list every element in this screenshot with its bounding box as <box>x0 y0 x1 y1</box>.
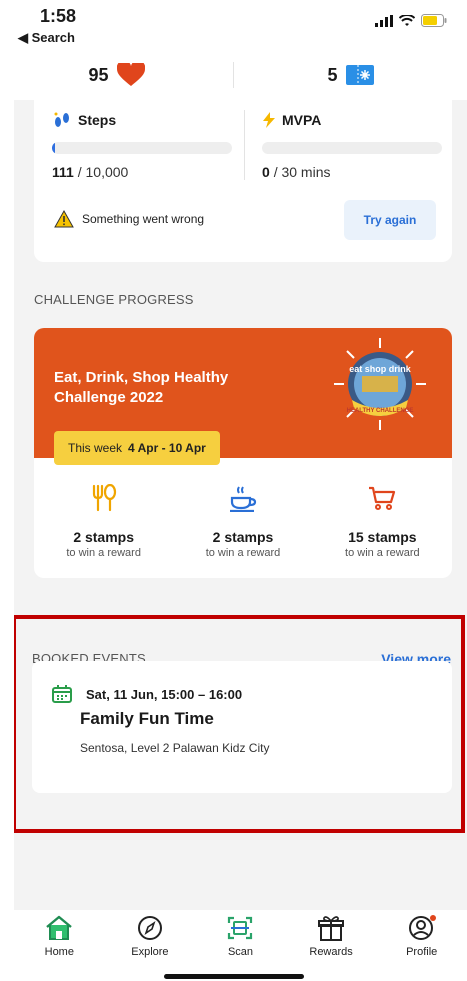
home-icon <box>46 915 73 940</box>
nav-label: Profile <box>406 946 438 958</box>
nav-label: Home <box>44 946 74 958</box>
steps-progress-fill <box>52 142 55 154</box>
stamp-sub: to win a reward <box>205 547 281 559</box>
sync-error: Something went wrong <box>54 210 204 228</box>
scan-icon <box>228 916 253 940</box>
stamp-sub: to win a reward <box>66 547 141 559</box>
stamp-count: 2 stamps <box>73 529 135 545</box>
mvpa-metric[interactable]: MVPA 0 / 30 mins <box>262 112 442 180</box>
cup-icon <box>229 486 257 513</box>
stamp-goal-drink: 2 stamps to win a reward <box>173 458 312 578</box>
heart-icon <box>116 63 145 86</box>
hearts-count: 95 <box>88 64 109 85</box>
nav-label: Explore <box>131 946 169 958</box>
challenge-card[interactable]: Eat, Drink, Shop Healthy Challenge 2022 … <box>34 328 452 578</box>
hearts-counter[interactable]: 95 <box>0 63 233 87</box>
nav-explore[interactable]: Explore <box>105 910 196 972</box>
event-date: Sat, 11 Jun, 15:00 – 16:00 <box>86 687 243 702</box>
mvpa-progress-bar <box>262 142 442 154</box>
tickets-count: 5 <box>327 64 338 85</box>
system-icons <box>375 14 447 27</box>
nav-label: Scan <box>227 946 254 958</box>
week-range: 4 Apr - 10 Apr <box>128 441 206 455</box>
steps-metric[interactable]: Steps 111 / 10,000 <box>52 112 232 180</box>
nav-rewards[interactable]: Rewards <box>286 910 377 972</box>
signal-icon <box>375 14 393 27</box>
footsteps-icon <box>54 112 69 127</box>
status-time: 1:58 <box>40 6 77 26</box>
home-indicator <box>164 974 304 979</box>
fork-spoon-icon <box>92 483 116 512</box>
week-prefix: This week <box>68 441 123 455</box>
badge-text: eat shop drink <box>349 364 412 374</box>
challenge-title-line1: Eat, Drink, Shop Healthy <box>54 369 229 386</box>
challenge-title-line2: Challenge 2022 <box>54 389 164 406</box>
mvpa-value: 0 <box>262 164 270 180</box>
steps-value: 111 <box>52 164 74 180</box>
stamp-count: 2 stamps <box>212 529 274 545</box>
warning-icon <box>54 210 74 228</box>
wifi-icon <box>399 14 415 26</box>
mvpa-goal: / 30 mins <box>273 164 331 180</box>
mvpa-title: MVPA <box>282 112 322 128</box>
event-title: Family Fun Time <box>80 709 214 728</box>
gift-icon <box>318 916 345 941</box>
compass-icon <box>137 916 162 940</box>
metric-divider <box>244 110 245 180</box>
home-scroll-content[interactable]: Steps 111 / 10,000 MVPA 0 / 30 mins Some… <box>14 100 467 910</box>
cart-icon <box>369 486 396 510</box>
ticket-icon <box>345 65 374 85</box>
status-bar: 1:58 ◀ Search <box>0 0 467 50</box>
stamp-goal-shop: 15 stamps to win a reward <box>313 458 452 578</box>
challenge-title: Eat, Drink, Shop Healthy Challenge 2022 <box>54 368 254 408</box>
activity-card: Steps 111 / 10,000 MVPA 0 / 30 mins Some… <box>34 100 452 262</box>
stamp-goal-eat: 2 stamps to win a reward <box>34 458 173 578</box>
steps-progress-bar <box>52 142 232 154</box>
stamp-sub: to win a reward <box>345 547 420 559</box>
booked-events-section: BOOKED EVENTS View more Sat, 11 Jun, 15:… <box>14 615 465 833</box>
badge-ribbon: HEALTHY CHALLENGE <box>347 408 414 414</box>
nav-label: Rewards <box>309 946 353 958</box>
points-header: 95 5 <box>0 50 467 100</box>
event-location: Sentosa, Level 2 Palawan Kidz City <box>80 741 270 755</box>
nav-profile[interactable]: Profile <box>376 910 467 972</box>
stamp-goals: 2 stamps to win a reward 2 stamps to win… <box>34 458 452 578</box>
calendar-icon <box>52 685 72 703</box>
bottom-nav: Home Explore Scan Rewards Profile <box>14 910 467 972</box>
battery-icon <box>421 14 447 27</box>
back-to-search-link[interactable]: ◀ Search <box>18 30 75 46</box>
nav-scan[interactable]: Scan <box>195 910 286 972</box>
stamp-count: 15 stamps <box>348 529 417 545</box>
tickets-counter[interactable]: 5 <box>234 65 467 86</box>
profile-icon <box>408 915 436 940</box>
try-again-button[interactable]: Try again <box>344 200 436 240</box>
event-card[interactable]: Sat, 11 Jun, 15:00 – 16:00 Family Fun Ti… <box>32 661 452 793</box>
steps-title: Steps <box>78 112 117 128</box>
challenge-badge-logo: eat shop drink HEALTHY CHALLENGE <box>334 338 426 430</box>
challenge-section-label: CHALLENGE PROGRESS <box>34 292 194 307</box>
error-text: Something went wrong <box>82 212 205 226</box>
nav-home[interactable]: Home <box>14 910 105 972</box>
lightning-icon <box>263 112 275 128</box>
steps-goal: / 10,000 <box>77 164 129 180</box>
